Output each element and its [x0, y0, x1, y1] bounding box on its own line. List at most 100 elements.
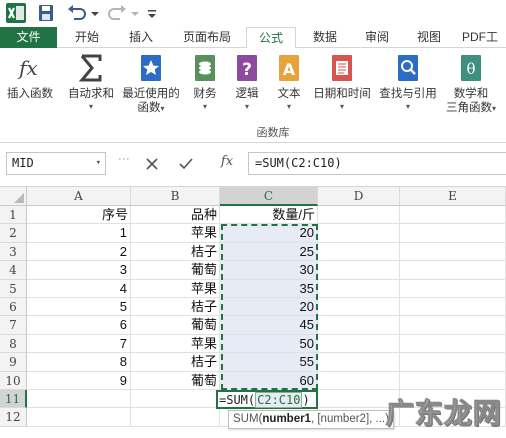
empty-cell[interactable]	[318, 261, 400, 280]
header-cell[interactable]: 序号	[27, 206, 131, 225]
data-cell[interactable]: 9	[27, 371, 131, 390]
empty-cell[interactable]	[318, 279, 400, 298]
text-dropdown-icon[interactable]: ▾	[270, 101, 308, 113]
lookup-reference-dropdown-icon[interactable]: ▾	[376, 101, 440, 113]
name-box[interactable]: MID ▾	[6, 152, 106, 175]
formula-bar-grip[interactable]: ⋮	[117, 153, 131, 164]
data-cell[interactable]: 苹果	[131, 279, 220, 298]
data-cell[interactable]: 60	[220, 371, 318, 390]
row-header[interactable]: 8	[0, 334, 27, 354]
empty-cell[interactable]	[318, 224, 400, 243]
empty-cell[interactable]	[318, 371, 400, 390]
row-header[interactable]: 5	[0, 279, 27, 298]
empty-cell[interactable]	[131, 408, 220, 427]
data-cell[interactable]: 苹果	[131, 224, 220, 243]
row-header[interactable]: 1	[0, 206, 27, 225]
empty-cell[interactable]	[27, 390, 131, 409]
data-cell[interactable]: 葡萄	[131, 261, 220, 280]
empty-cell[interactable]	[318, 334, 400, 354]
empty-cell[interactable]	[400, 279, 506, 298]
data-cell[interactable]: 5	[27, 298, 131, 317]
tab-view[interactable]: 视图	[406, 27, 452, 48]
math-trig-button[interactable]: θ 数学和 三角函数▾	[442, 53, 500, 115]
logical-dropdown-icon[interactable]: ▾	[228, 101, 266, 113]
financial-button[interactable]: 财务 ▾	[186, 53, 224, 113]
empty-cell[interactable]	[400, 261, 506, 280]
tab-insert[interactable]: 插入	[118, 27, 164, 48]
empty-cell[interactable]	[400, 298, 506, 317]
recently-used-dropdown-icon[interactable]: ▾	[160, 104, 164, 113]
empty-cell[interactable]	[318, 316, 400, 335]
header-cell[interactable]: 数量/斤	[220, 206, 318, 225]
row-header[interactable]: 9	[0, 353, 27, 372]
column-header[interactable]: C	[220, 187, 318, 206]
empty-cell[interactable]	[27, 408, 131, 427]
insert-function-button[interactable]: fx 插入函数	[2, 53, 58, 101]
formula-input[interactable]: =SUM(C2:C10)	[248, 152, 506, 175]
data-cell[interactable]: 35	[220, 279, 318, 298]
recently-used-button[interactable]: 最近使用的 函数▾	[118, 53, 184, 115]
empty-cell[interactable]	[400, 224, 506, 243]
financial-dropdown-icon[interactable]: ▾	[186, 101, 224, 113]
data-cell[interactable]: 25	[220, 242, 318, 262]
data-cell[interactable]: 7	[27, 334, 131, 354]
tab-formulas[interactable]: 公式	[246, 27, 296, 49]
tab-home[interactable]: 开始	[62, 27, 112, 48]
empty-cell[interactable]	[400, 206, 506, 225]
data-cell[interactable]: 20	[220, 298, 318, 317]
column-header[interactable]: A	[27, 187, 131, 206]
empty-cell[interactable]	[318, 353, 400, 372]
row-header[interactable]: 3	[0, 242, 27, 262]
redo-icon[interactable]	[106, 3, 128, 23]
data-cell[interactable]: 2	[27, 242, 131, 262]
header-cell[interactable]: 品种	[131, 206, 220, 225]
data-cell[interactable]: 桔子	[131, 353, 220, 372]
data-cell[interactable]: 桔子	[131, 298, 220, 317]
cancel-icon[interactable]	[142, 154, 162, 174]
column-header[interactable]: D	[318, 187, 400, 206]
tooltip-arg1[interactable]: number1	[262, 413, 311, 425]
row-header[interactable]: 11	[0, 390, 27, 409]
row-header[interactable]: 10	[0, 371, 27, 390]
row-header[interactable]: 6	[0, 298, 27, 317]
select-all-button[interactable]	[0, 187, 27, 206]
empty-cell[interactable]	[318, 242, 400, 262]
save-icon[interactable]	[36, 3, 56, 23]
empty-cell[interactable]	[318, 206, 400, 225]
empty-cell[interactable]	[400, 334, 506, 354]
empty-cell[interactable]	[400, 353, 506, 372]
empty-cell[interactable]	[318, 298, 400, 317]
data-cell[interactable]: 30	[220, 261, 318, 280]
column-header[interactable]: E	[400, 187, 506, 206]
data-cell[interactable]: 6	[27, 316, 131, 335]
data-cell[interactable]: 45	[220, 316, 318, 335]
tab-pdf[interactable]: PDF工	[462, 27, 506, 48]
data-cell[interactable]: 葡萄	[131, 316, 220, 335]
column-header[interactable]: B	[131, 187, 220, 206]
date-time-button[interactable]: 日期和时间 ▾	[310, 53, 374, 113]
data-cell[interactable]: 50	[220, 334, 318, 354]
data-cell[interactable]: 20	[220, 224, 318, 243]
autosum-dropdown-icon[interactable]: ▾	[64, 101, 118, 113]
autosum-button[interactable]: 自动求和 ▾	[64, 53, 118, 113]
data-cell[interactable]: 3	[27, 261, 131, 280]
text-button[interactable]: A 文本 ▾	[270, 53, 308, 113]
empty-cell[interactable]	[400, 242, 506, 262]
empty-cell[interactable]	[131, 390, 220, 409]
empty-cell[interactable]	[400, 371, 506, 390]
date-time-dropdown-icon[interactable]: ▾	[310, 101, 374, 113]
insert-function-fx-button[interactable]: fx	[216, 154, 238, 174]
lookup-reference-button[interactable]: 查找与引用 ▾	[376, 53, 440, 113]
math-trig-dropdown-icon[interactable]: ▾	[492, 104, 496, 113]
empty-cell[interactable]	[400, 316, 506, 335]
data-cell[interactable]: 葡萄	[131, 371, 220, 390]
data-cell[interactable]: 苹果	[131, 334, 220, 354]
row-header[interactable]: 2	[0, 224, 27, 243]
data-cell[interactable]: 8	[27, 353, 131, 372]
undo-icon[interactable]	[66, 3, 88, 23]
undo-dropdown-icon[interactable]	[90, 3, 100, 23]
logical-button[interactable]: ? 逻辑 ▾	[228, 53, 266, 113]
editing-cell[interactable]: =SUM(C2:C10)	[216, 390, 318, 410]
tab-page-layout[interactable]: 页面布局	[172, 27, 242, 48]
enter-check-icon[interactable]	[176, 154, 196, 174]
